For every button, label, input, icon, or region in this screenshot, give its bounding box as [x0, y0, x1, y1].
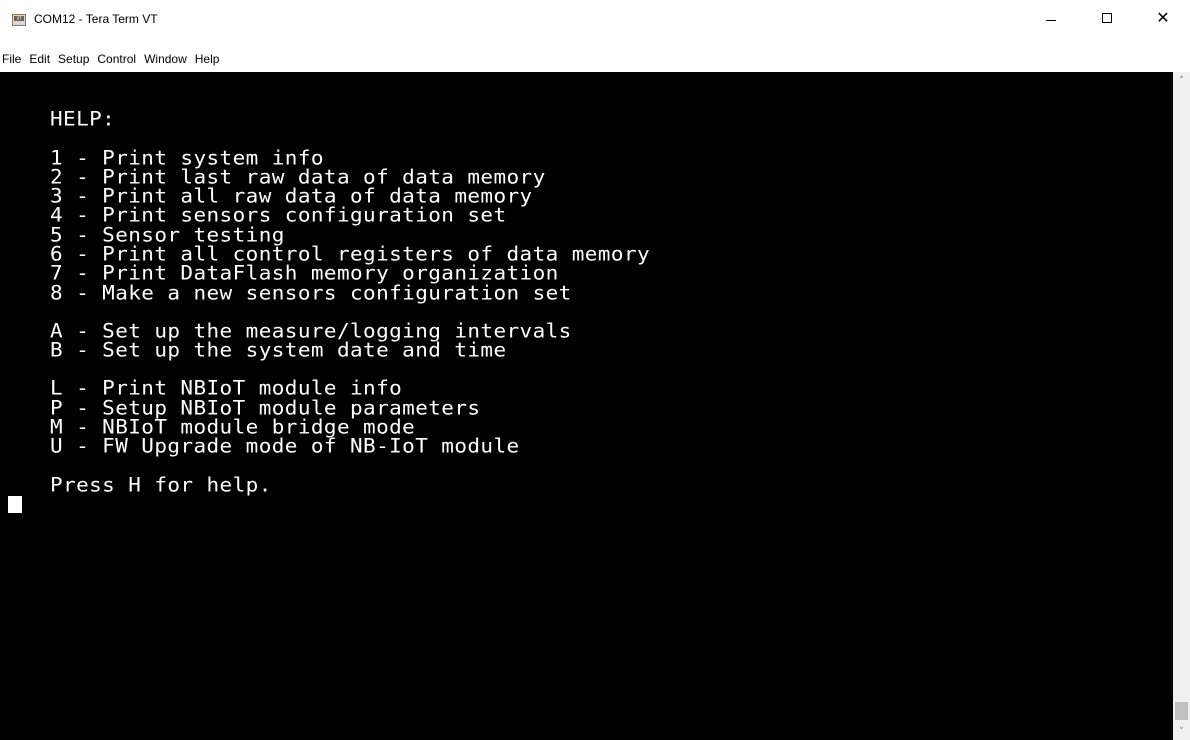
tera-term-window: VT COM12 - Tera Term VT ✕ File Edit Setu…	[0, 0, 1190, 740]
terminal-line: B - Set up the system date and time	[50, 339, 507, 362]
menu-control[interactable]: Control	[93, 52, 140, 66]
window-title: COM12 - Tera Term VT	[34, 12, 158, 26]
terminal-area[interactable]: HELP: 1 - Print system info 2 - Print la…	[0, 72, 1173, 740]
terminal-line: U - FW Upgrade mode of NB-IoT module	[50, 435, 520, 458]
terminal-line: 4 - Print sensors configuration set	[50, 204, 507, 227]
scrollbar-thumb[interactable]	[1175, 702, 1188, 720]
app-icon-label: VT	[14, 16, 24, 21]
terminal-line: 7 - Print DataFlash memory organization	[50, 262, 559, 285]
menu-window[interactable]: Window	[140, 52, 191, 66]
menu-help[interactable]: Help	[191, 52, 224, 66]
terminal-cursor	[8, 496, 22, 513]
minimize-icon	[1046, 19, 1056, 21]
title-bar[interactable]: VT COM12 - Tera Term VT ✕	[0, 0, 1190, 44]
menu-file[interactable]: File	[0, 52, 25, 66]
maximize-icon	[1102, 13, 1112, 23]
terminal-line: L - Print NBIoT module info	[50, 377, 403, 400]
vertical-scrollbar[interactable]: ˄ ˅	[1173, 72, 1190, 740]
menu-edit[interactable]: Edit	[25, 52, 54, 66]
menu-bar: File Edit Setup Control Window Help	[0, 48, 1190, 70]
menu-setup[interactable]: Setup	[54, 52, 93, 66]
scroll-up-icon[interactable]: ˄	[1173, 72, 1190, 89]
terminal-line-help-header: HELP:	[50, 108, 116, 131]
scroll-down-icon[interactable]: ˅	[1173, 723, 1190, 740]
terminal-line-prompt: Press H for help.	[50, 474, 272, 497]
minimize-button[interactable]	[1028, 0, 1074, 36]
maximize-button[interactable]	[1084, 0, 1130, 36]
close-icon: ✕	[1156, 8, 1170, 27]
terminal-line: 8 - Make a new sensors configuration set	[50, 282, 572, 305]
teraterm-vt-icon[interactable]: VT	[12, 14, 26, 26]
close-button[interactable]: ✕	[1140, 0, 1186, 36]
